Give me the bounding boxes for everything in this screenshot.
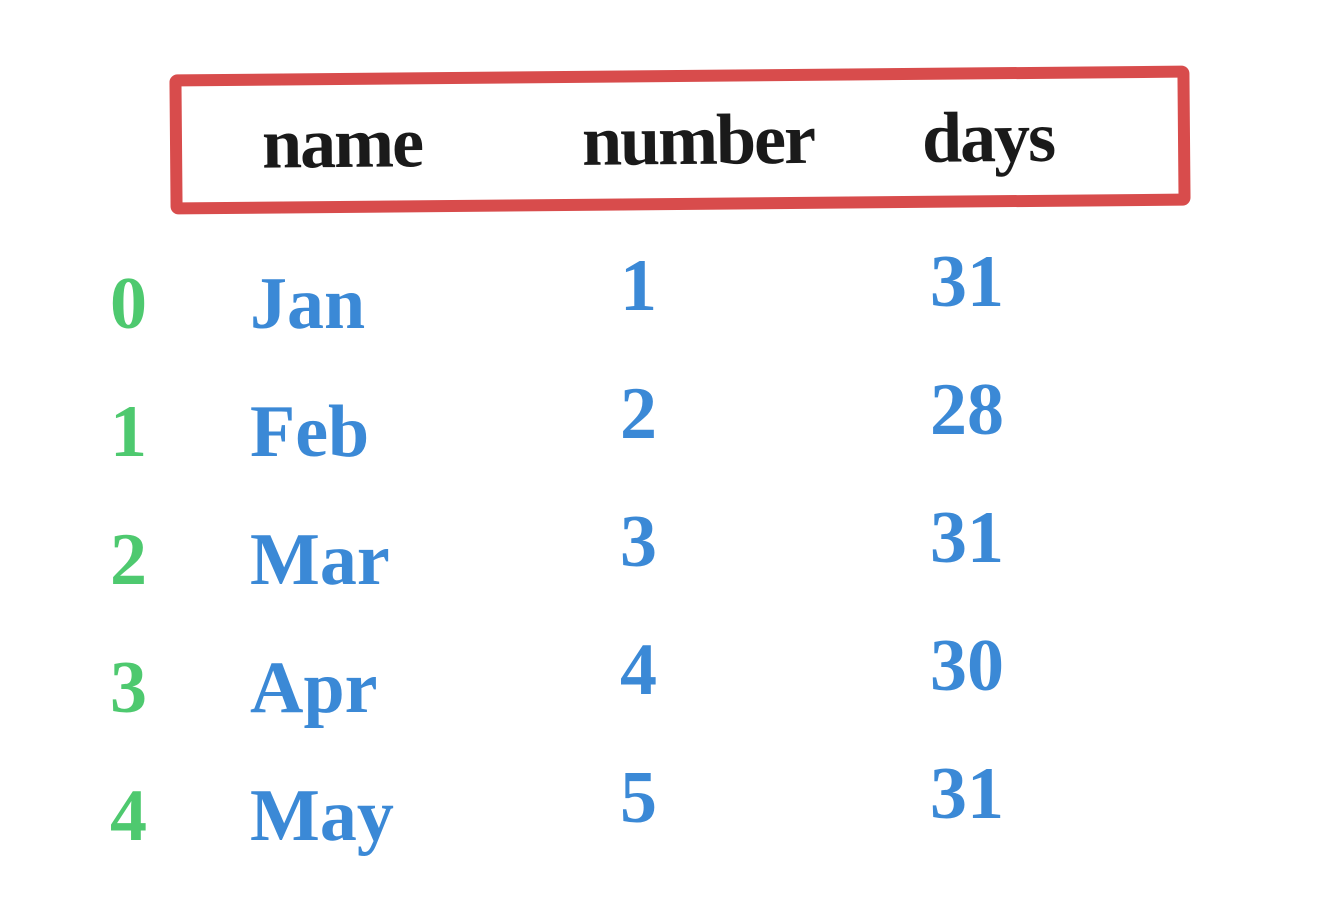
cell-name: Mar xyxy=(230,518,590,603)
table-row: 0 Jan 1 31 xyxy=(100,240,1200,368)
cell-number: 5 xyxy=(590,756,890,841)
table-body: 0 Jan 1 31 1 Feb 2 28 2 Mar 3 31 3 Apr 4… xyxy=(100,240,1200,880)
cell-name: Jan xyxy=(230,262,590,347)
cell-name: May xyxy=(230,774,590,859)
cell-number: 4 xyxy=(590,628,890,713)
cell-days: 31 xyxy=(890,240,1150,325)
cell-days: 31 xyxy=(890,752,1150,837)
cell-name: Feb xyxy=(230,390,590,475)
column-header-days: days xyxy=(922,95,1055,179)
cell-number: 2 xyxy=(590,372,890,457)
table-row: 3 Apr 4 30 xyxy=(100,624,1200,752)
row-index: 0 xyxy=(100,262,230,347)
cell-days: 31 xyxy=(890,496,1150,581)
cell-days: 30 xyxy=(890,624,1150,709)
row-index: 3 xyxy=(100,646,230,731)
column-header-number: number xyxy=(582,97,815,182)
row-index: 2 xyxy=(100,518,230,603)
table-row: 4 May 5 31 xyxy=(100,752,1200,880)
cell-number: 3 xyxy=(590,500,890,585)
cell-days: 28 xyxy=(890,368,1150,453)
table-row: 2 Mar 3 31 xyxy=(100,496,1200,624)
column-header-name: name xyxy=(262,101,423,185)
column-header-box: name number days xyxy=(169,66,1190,215)
cell-number: 1 xyxy=(590,244,890,329)
row-index: 1 xyxy=(100,390,230,475)
cell-name: Apr xyxy=(230,646,590,731)
table-row: 1 Feb 2 28 xyxy=(100,368,1200,496)
row-index: 4 xyxy=(100,774,230,859)
